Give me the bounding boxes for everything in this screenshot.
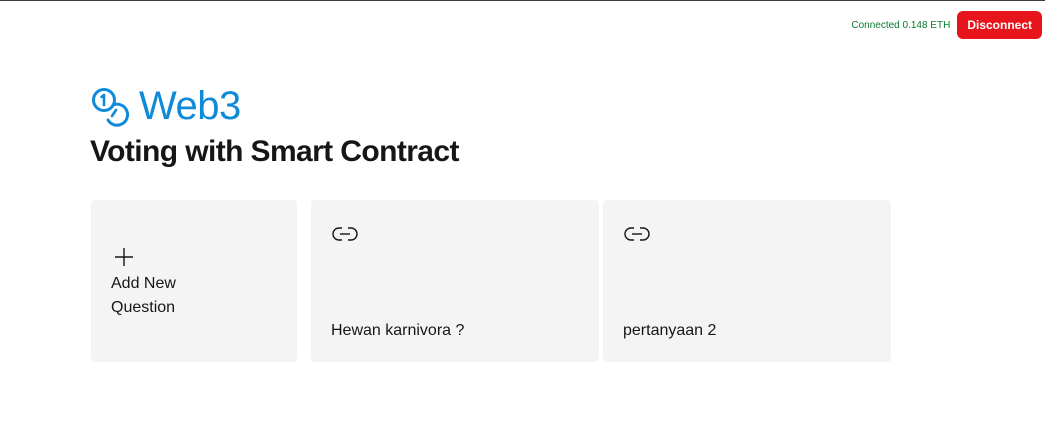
brand-name: Web3 bbox=[139, 84, 241, 128]
add-question-tile[interactable]: Add New Question bbox=[91, 200, 297, 362]
connection-status: Connected 0.148 ETH bbox=[851, 19, 951, 31]
top-divider bbox=[0, 0, 1045, 1]
wallet-bar: Connected 0.148 ETH Disconnect bbox=[851, 11, 1042, 39]
link-icon bbox=[332, 227, 358, 241]
question-label: pertanyaan 2 bbox=[623, 322, 717, 339]
question-tile[interactable]: pertanyaan 2 bbox=[603, 200, 891, 362]
disconnect-button[interactable]: Disconnect bbox=[957, 11, 1042, 39]
plus-icon bbox=[115, 248, 133, 266]
link-icon bbox=[624, 227, 650, 241]
question-label: Hewan karnivora ? bbox=[331, 322, 465, 339]
question-tile[interactable]: Hewan karnivora ? bbox=[311, 200, 599, 362]
page-title: Voting with Smart Contract bbox=[90, 135, 459, 168]
linked-coins-icon bbox=[92, 88, 130, 127]
add-question-label: Add New Question bbox=[111, 275, 176, 316]
brand: Web3 bbox=[91, 84, 241, 128]
question-tiles: Add New Question Hewan karnivora ? perta… bbox=[91, 200, 891, 362]
